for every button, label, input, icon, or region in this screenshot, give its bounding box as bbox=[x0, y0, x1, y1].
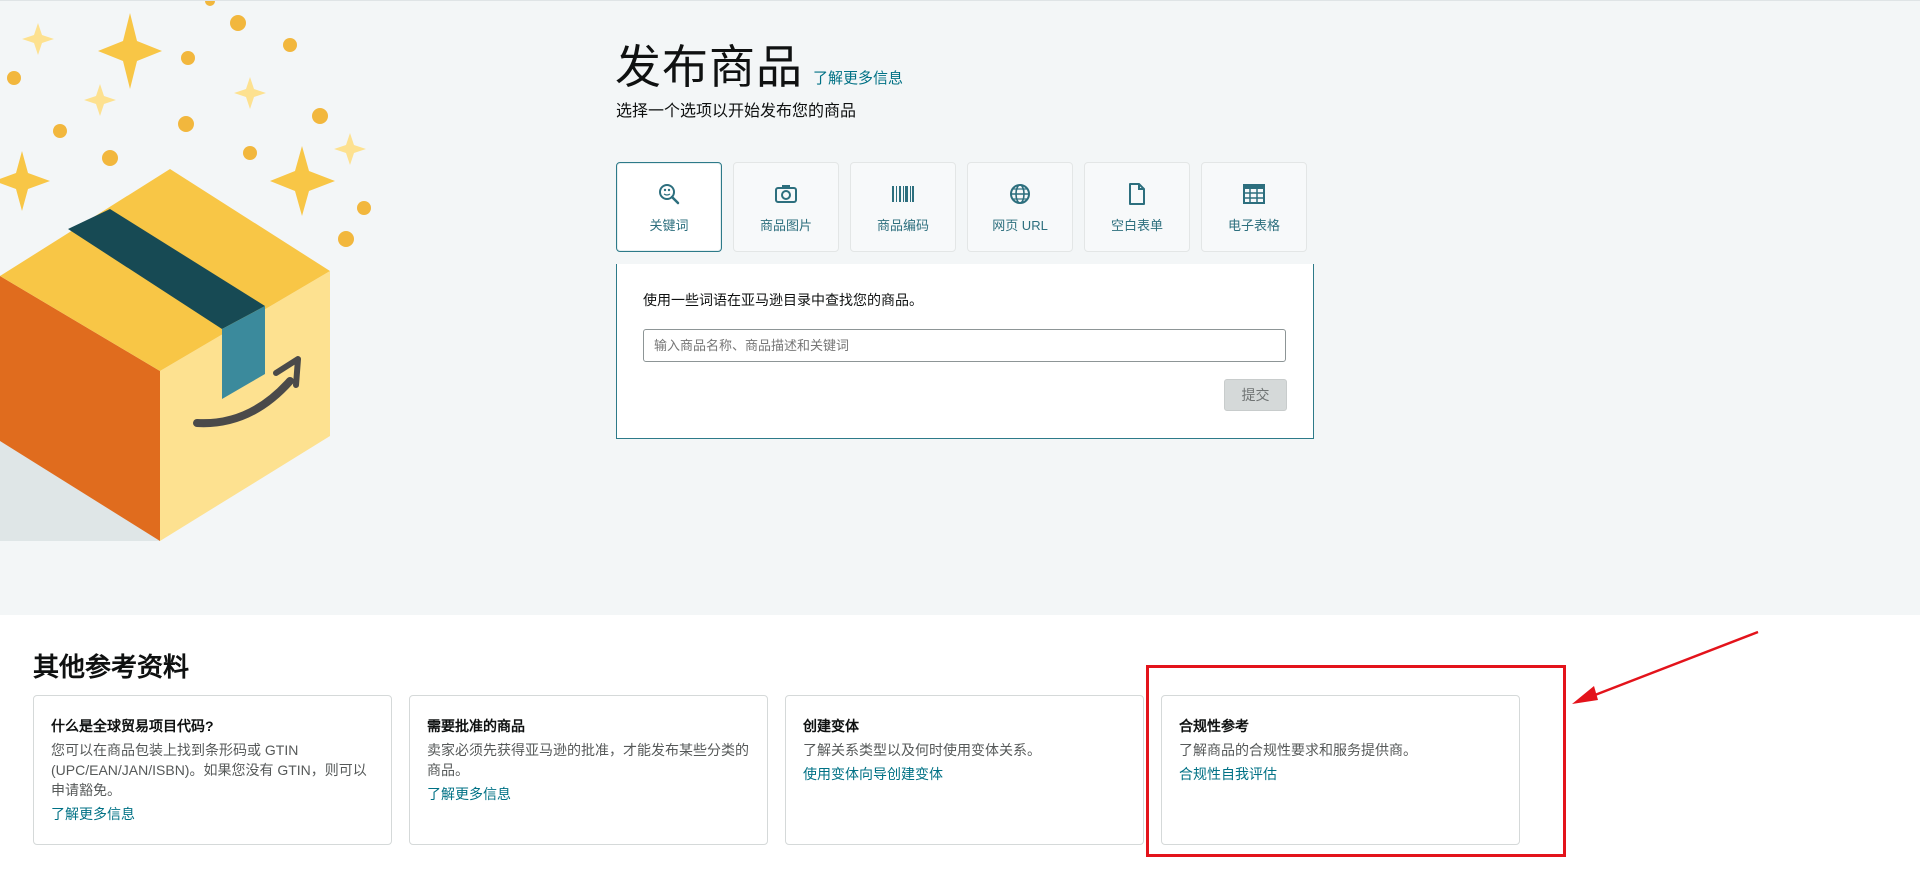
keyword-search-panel: 使用一些词语在亚马逊目录中查找您的商品。 提交 bbox=[616, 264, 1314, 439]
tab-label: 网页 URL bbox=[992, 217, 1048, 233]
tab-label: 关键词 bbox=[649, 217, 689, 233]
title-row: 发布商品 了解更多信息 bbox=[615, 31, 903, 97]
page-title: 发布商品 bbox=[615, 41, 803, 93]
tab-blank-form[interactable]: 空白表单 bbox=[1084, 162, 1190, 252]
hero-section: 发布商品 了解更多信息 选择一个选项以开始发布您的商品 关键词 商品图片 商品编… bbox=[0, 0, 1920, 615]
card-heading: 需要批准的商品 bbox=[427, 718, 525, 734]
card-body: 卖家必须先获得亚马逊的批准，才能发布某些分类的商品。 bbox=[427, 742, 749, 778]
reference-card-variations: 创建变体 了解关系类型以及何时使用变体关系。 使用变体向导创建变体 bbox=[785, 695, 1144, 845]
reference-card-approval: 需要批准的商品 卖家必须先获得亚马逊的批准，才能发布某些分类的商品。 了解更多信… bbox=[409, 695, 768, 845]
document-icon bbox=[1124, 181, 1150, 207]
card-body: 您可以在商品包装上找到条形码或 GTIN (UPC/EAN/JAN/ISBN)。… bbox=[51, 742, 367, 798]
learn-more-link[interactable]: 了解更多信息 bbox=[813, 67, 903, 88]
tab-product-code[interactable]: 商品编码 bbox=[850, 162, 956, 252]
small-sparkles bbox=[22, 23, 366, 165]
tab-label: 空白表单 bbox=[1110, 217, 1163, 233]
panel-description: 使用一些词语在亚马逊目录中查找您的商品。 bbox=[643, 292, 923, 308]
sparkle-star bbox=[334, 133, 366, 165]
tab-product-image[interactable]: 商品图片 bbox=[733, 162, 839, 252]
annotation-highlight-box bbox=[1146, 665, 1566, 857]
listing-method-tabs: 关键词 商品图片 商品编码 网页 URL 空白表单 电子表格 bbox=[616, 162, 1307, 252]
tab-label: 商品图片 bbox=[759, 217, 812, 233]
submit-button[interactable]: 提交 bbox=[1224, 379, 1287, 411]
card-heading: 创建变体 bbox=[803, 718, 859, 734]
keyword-search-input[interactable] bbox=[643, 329, 1286, 362]
spreadsheet-icon bbox=[1241, 181, 1267, 207]
tab-label: 商品编码 bbox=[876, 217, 929, 233]
globe-icon bbox=[1007, 181, 1033, 207]
sparkle-star bbox=[270, 146, 335, 216]
barcode-icon bbox=[890, 181, 916, 207]
sparkle-star bbox=[84, 84, 116, 116]
reference-card-gtin: 什么是全球贸易项目代码? 您可以在商品包装上找到条形码或 GTIN (UPC/E… bbox=[33, 695, 392, 845]
references-title: 其他参考资料 bbox=[33, 652, 190, 682]
card-link[interactable]: 了解更多信息 bbox=[427, 784, 511, 804]
card-body: 了解关系类型以及何时使用变体关系。 bbox=[803, 742, 1041, 758]
amazon-box-illustration bbox=[0, 1, 371, 541]
camera-icon bbox=[773, 181, 799, 207]
card-heading: 什么是全球贸易项目代码? bbox=[51, 718, 214, 734]
sparkle-star bbox=[0, 151, 50, 211]
card-link[interactable]: 了解更多信息 bbox=[51, 804, 135, 824]
sparkle-star bbox=[234, 77, 266, 109]
annotation-arrow-icon bbox=[1572, 630, 1759, 704]
sparkle-star bbox=[98, 13, 162, 89]
tab-spreadsheet[interactable]: 电子表格 bbox=[1201, 162, 1307, 252]
tab-keyword[interactable]: 关键词 bbox=[616, 162, 722, 252]
card-link[interactable]: 使用变体向导创建变体 bbox=[803, 764, 943, 784]
tab-web-url[interactable]: 网页 URL bbox=[967, 162, 1073, 252]
sparkle-star bbox=[22, 23, 54, 55]
keyword-search-icon bbox=[656, 181, 682, 207]
page-subtitle: 选择一个选项以开始发布您的商品 bbox=[616, 103, 857, 120]
tab-label: 电子表格 bbox=[1227, 217, 1280, 233]
